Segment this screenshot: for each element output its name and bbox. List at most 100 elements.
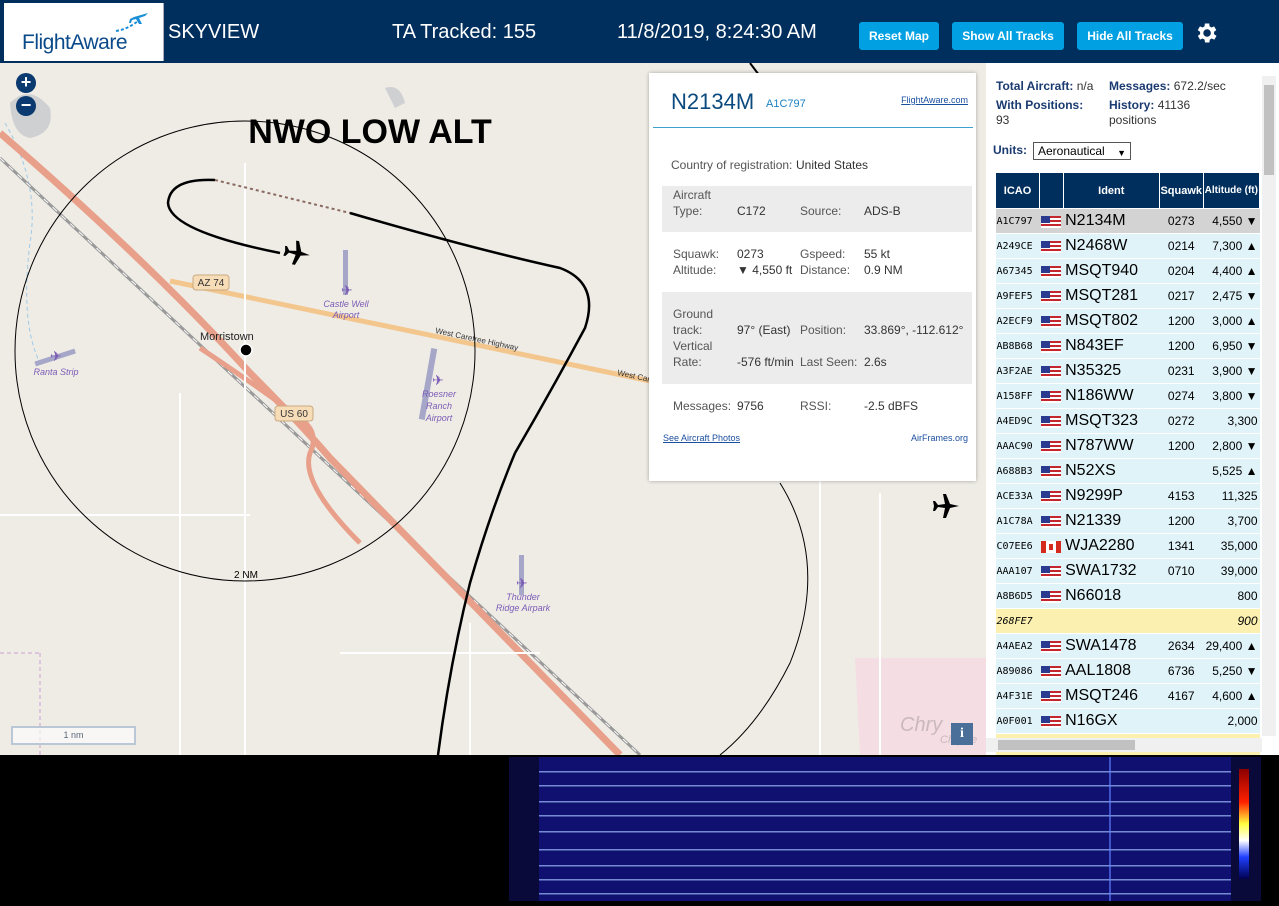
signal-line: [539, 849, 1231, 851]
cell-flag: [1039, 233, 1064, 259]
cell-altitude: 11,325: [1203, 483, 1260, 509]
table-row[interactable]: AB8B68 N843EF 1200 6,950 ▼: [995, 333, 1260, 359]
total-aircraft-label: Total Aircraft:: [996, 79, 1074, 93]
type-value: C172: [737, 204, 766, 218]
cell-squawk: 0710: [1159, 558, 1204, 584]
table-row[interactable]: A158FF N186WW 0274 3,800 ▼: [995, 383, 1260, 409]
cell-flag: [1039, 333, 1064, 359]
us-60-label: US 60: [280, 409, 308, 420]
cell-icao: AAAC90: [995, 433, 1040, 459]
vertical-scrollbar[interactable]: [1262, 76, 1276, 736]
column-header-squawk[interactable]: Squawk: [1158, 172, 1204, 209]
us-flag-icon: [1041, 465, 1062, 478]
reset-map-button[interactable]: Reset Map: [859, 22, 939, 50]
gspeed-value: 55 kt: [864, 247, 891, 261]
cell-altitude: 900: [1203, 608, 1260, 634]
gear-icon[interactable]: [1193, 20, 1219, 46]
cell-squawk: 1200: [1159, 308, 1204, 334]
total-aircraft-value: n/a: [1076, 79, 1094, 93]
cell-ident: SWA1732: [1063, 558, 1160, 584]
cell-altitude: 39,000: [1203, 558, 1260, 584]
cell-flag: [1039, 533, 1064, 559]
cell-altitude: 6,950 ▼: [1203, 333, 1260, 359]
units-select-value: Aeronautical: [1038, 144, 1105, 158]
horizontal-scrollbar-thumb[interactable]: [998, 740, 1135, 750]
zoom-out-button[interactable]: −: [16, 96, 36, 116]
chrysler-label: Chry: [900, 714, 943, 736]
popup-icao: A1C797: [766, 98, 806, 110]
zoom-in-button[interactable]: +: [16, 73, 36, 93]
flightaware-link[interactable]: FlightAware.com: [901, 95, 968, 105]
aircraft-photos-link[interactable]: See Aircraft Photos: [663, 433, 740, 443]
cell-ident: AAL1808: [1063, 658, 1160, 684]
cell-altitude: 4,550 ▼: [1203, 208, 1260, 234]
waterfall-canvas: [539, 757, 1249, 901]
table-row[interactable]: A2ECF9 MSQT802 1200 3,000 ▲: [995, 308, 1260, 334]
cell-ident: N21339: [1063, 508, 1160, 534]
cell-ident: N16GX: [1063, 708, 1160, 734]
table-row[interactable]: A1C797 N2134M 0273 4,550 ▼: [995, 208, 1260, 234]
flightaware-logo[interactable]: FlightAware: [4, 3, 164, 61]
cell-icao: 268FE7: [995, 608, 1040, 634]
morristown-label: Morristown: [200, 331, 254, 343]
table-row[interactable]: A67345 MSQT940 0204 4,400 ▲: [995, 258, 1260, 284]
cell-squawk: 0274: [1159, 383, 1204, 409]
column-header-flag[interactable]: [1039, 172, 1064, 209]
signal-line: [539, 865, 1231, 867]
town-marker: [239, 343, 253, 357]
cell-icao: ACE33A: [995, 483, 1040, 509]
track-value: 97° (East): [737, 323, 791, 337]
table-row[interactable]: A3F2AE N35325 0231 3,900 ▼: [995, 358, 1260, 384]
column-header-ident[interactable]: Ident: [1062, 172, 1160, 209]
table-row[interactable]: A9FEF5 MSQT281 0217 2,475 ▼: [995, 283, 1260, 309]
cell-ident: N52XS: [1063, 458, 1160, 484]
rate-value: -576 ft/min: [737, 355, 794, 369]
table-row[interactable]: A89086 AAL1808 6736 5,250 ▼: [995, 658, 1260, 684]
show-all-tracks-button[interactable]: Show All Tracks: [952, 22, 1064, 50]
units-select[interactable]: Aeronautical ▼: [1033, 142, 1131, 160]
selected-aircraft-icon[interactable]: [282, 239, 312, 267]
country-label: Country of registration:: [671, 158, 793, 172]
cell-altitude: 3,000 ▲: [1203, 308, 1260, 334]
table-row[interactable]: AAAC90 N787WW 1200 2,800 ▼: [995, 433, 1260, 459]
column-header-icao[interactable]: ICAO: [994, 172, 1041, 209]
us-60-ramp: [198, 345, 362, 545]
table-row[interactable]: A4F31E MSQT246 4167 4,600 ▲: [995, 683, 1260, 709]
cell-flag: [1039, 583, 1064, 609]
hide-all-tracks-button[interactable]: Hide All Tracks: [1077, 22, 1183, 50]
table-row[interactable]: A1C78A N21339 1200 3,700: [995, 508, 1260, 534]
history-unit: positions: [1109, 113, 1157, 127]
scale-bar: 1 nm: [11, 726, 136, 745]
info-button[interactable]: i: [951, 723, 973, 745]
table-row[interactable]: A0F001 N16GX 2,000: [995, 708, 1260, 734]
airport-icon: ✈: [432, 372, 444, 388]
cell-flag: [1039, 658, 1064, 684]
table-row[interactable]: A4AEA2 SWA1478 2634 29,400 ▲: [995, 633, 1260, 659]
aircraft-icon[interactable]: [933, 494, 959, 518]
cell-squawk: 0272: [1159, 408, 1204, 434]
table-row[interactable]: C07EE6 WJA2280 1341 35,000: [995, 533, 1260, 559]
cell-squawk: [1159, 458, 1204, 484]
table-row[interactable]: 268FE7 900: [995, 608, 1260, 634]
cell-altitude: 29,400 ▲: [1203, 633, 1260, 659]
aircraft-table-body: A1C797 N2134M 0273 4,550 ▼ A249CE N2468W 0214 7…: [995, 208, 1260, 755]
cell-flag: [1039, 258, 1064, 284]
table-row[interactable]: AAA107 SWA1732 0710 39,000: [995, 558, 1260, 584]
cell-squawk: [1159, 583, 1204, 609]
table-row[interactable]: A4ED9C MSQT323 0272 3,300: [995, 408, 1260, 434]
cell-flag: [1039, 208, 1064, 234]
cell-flag: [1039, 308, 1064, 334]
signal-line: [539, 831, 1231, 833]
canada-flag-icon: [1041, 540, 1062, 553]
table-row[interactable]: A8B6D5 N66018 800: [995, 583, 1260, 609]
column-header-altitude[interactable]: Altitude (ft): [1202, 172, 1261, 209]
vertical-scrollbar-thumb[interactable]: [1264, 85, 1274, 175]
cell-icao: A67345: [995, 258, 1040, 284]
cell-squawk: 4167: [1159, 683, 1204, 709]
table-row[interactable]: A688B3 N52XS 5,525 ▲: [995, 458, 1260, 484]
cell-flag: [1039, 483, 1064, 509]
airframes-link[interactable]: AirFrames.org: [911, 433, 968, 443]
table-row[interactable]: ACE33A N9299P 4153 11,325: [995, 483, 1260, 509]
squawk-label: Squawk:: [673, 247, 720, 261]
table-row[interactable]: A249CE N2468W 0214 7,300 ▲: [995, 233, 1260, 259]
